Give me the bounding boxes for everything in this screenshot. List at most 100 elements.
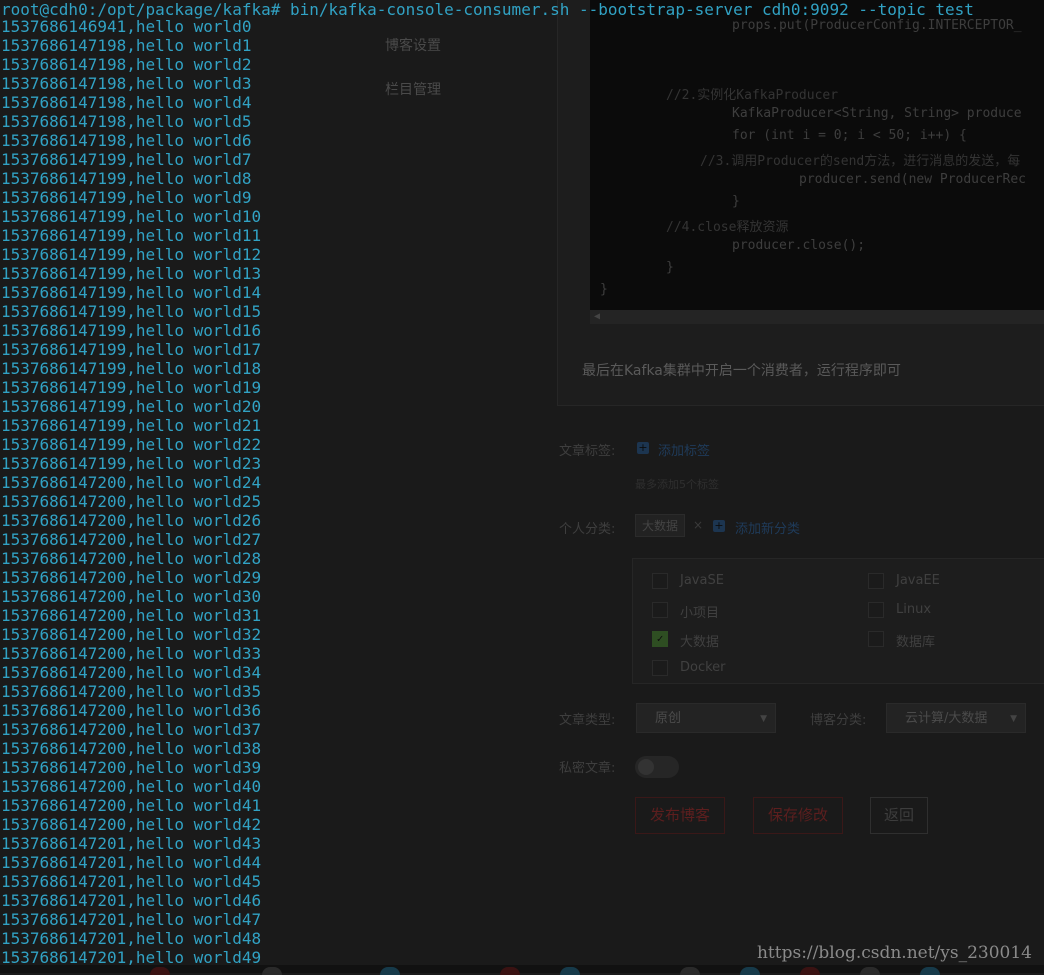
terminal-output-line: 1537686147199,hello world9 — [1, 188, 252, 207]
taskbar-app-icon[interactable] — [500, 967, 520, 975]
category-label-javaee: JavaEE — [896, 573, 940, 588]
taskbar-app-icon[interactable] — [800, 967, 820, 975]
taskbar-app-icon[interactable] — [380, 967, 400, 975]
terminal-output-line: 1537686147199,hello world11 — [1, 226, 262, 245]
terminal-output-line: 1537686147200,hello world26 — [1, 511, 262, 530]
code-line: } — [666, 260, 674, 275]
category-checkbox-linux[interactable] — [868, 602, 884, 618]
terminal-output-line: 1537686147199,hello world12 — [1, 245, 262, 264]
terminal-output-line: 1537686147199,hello world7 — [1, 150, 252, 169]
nav-column-management[interactable]: 栏目管理 — [385, 79, 441, 99]
category-checkbox-docker[interactable] — [652, 660, 668, 676]
code-line: } — [600, 282, 608, 297]
article-type-label: 文章类型: — [559, 713, 616, 728]
code-line: } — [732, 194, 740, 209]
blog-category-select[interactable]: 云计算/大数据 ▼ — [886, 703, 1026, 733]
category-label-linux: Linux — [896, 602, 932, 617]
code-line: //2.实例化KafkaProducer — [666, 88, 839, 103]
terminal-output-line: 1537686147201,hello world47 — [1, 910, 262, 929]
consumer-output-list: 1537686146941,hello world0 1537686147198,… — [1, 17, 261, 967]
terminal-output-line: 1537686147198,hello world5 — [1, 112, 252, 131]
closing-paragraph: 最后在Kafka集群中开启一个消费者，运行程序即可 — [582, 363, 901, 379]
category-checkbox-database[interactable] — [868, 631, 884, 647]
private-article-label: 私密文章: — [559, 761, 616, 776]
article-type-select[interactable]: 原创 ▼ — [636, 703, 776, 733]
taskbar-app-icon[interactable] — [262, 967, 282, 975]
taskbar-app-icon[interactable] — [920, 967, 940, 975]
code-line: producer.close(); — [732, 238, 866, 253]
taskbar-app-icon[interactable] — [860, 967, 880, 975]
terminal-output-line: 1537686147200,hello world35 — [1, 682, 262, 701]
terminal-output-line: 1537686147200,hello world33 — [1, 644, 262, 663]
article-type-value: 原创 — [655, 711, 682, 726]
terminal-output-line: 1537686147199,hello world20 — [1, 397, 262, 416]
taskbar-app-icon[interactable] — [560, 967, 580, 975]
remove-category-icon[interactable]: × — [693, 518, 703, 532]
terminal-output-line: 1537686147200,hello world41 — [1, 796, 262, 815]
terminal-output-line: 1537686147201,hello world45 — [1, 872, 262, 891]
terminal-output-line: 1537686147200,hello world37 — [1, 720, 262, 739]
category-checkbox-list: JavaSE JavaEE 小项目 Linux ✓ 大数据 数据库 Docker — [632, 558, 1044, 684]
csdn-watermark: https://blog.csdn.net/ys_230014 — [756, 943, 1032, 963]
blog-category-value: 云计算/大数据 — [905, 711, 988, 726]
terminal-output-line: 1537686146941,hello world0 — [1, 17, 252, 36]
terminal-output-line: 1537686147199,hello world22 — [1, 435, 262, 454]
terminal-output-line: 1537686147201,hello world43 — [1, 834, 262, 853]
terminal-output-line: 1537686147199,hello world17 — [1, 340, 262, 359]
terminal-output-line: 1537686147200,hello world42 — [1, 815, 262, 834]
terminal-output-line: 1537686147199,hello world10 — [1, 207, 262, 226]
private-article-toggle[interactable] — [635, 756, 679, 778]
taskbar-app-icon[interactable] — [680, 967, 700, 975]
code-line: KafkaProducer<String, String> produce — [732, 106, 1022, 121]
terminal-output-line: 1537686147200,hello world40 — [1, 777, 262, 796]
category-label-database: 数据库 — [896, 635, 936, 650]
add-tag-icon[interactable]: + — [637, 442, 649, 454]
terminal-output-line: 1537686147199,hello world19 — [1, 378, 262, 397]
add-category-icon[interactable]: + — [713, 520, 725, 532]
scroll-left-icon[interactable]: ◀ — [594, 310, 600, 324]
terminal-output-line: 1537686147200,hello world36 — [1, 701, 262, 720]
code-line: //3.调用Producer的send方法，进行消息的发送，每 — [700, 154, 1021, 169]
terminal-output-line: 1537686147200,hello world28 — [1, 549, 262, 568]
code-line: for (int i = 0; i < 50; i++) { — [732, 128, 967, 143]
category-label: 个人分类: — [559, 522, 616, 537]
save-changes-button[interactable]: 保存修改 — [753, 797, 843, 834]
category-checkbox-small-projects[interactable] — [652, 602, 668, 618]
taskbar-app-icon[interactable] — [150, 967, 170, 975]
chevron-down-icon: ▼ — [760, 714, 767, 724]
terminal-output-line: 1537686147200,hello world24 — [1, 473, 262, 492]
terminal-output-line: 1537686147201,hello world48 — [1, 929, 262, 948]
terminal-command: bin/kafka-console-consumer.sh --bootstra… — [290, 0, 974, 19]
tags-label: 文章标签: — [559, 444, 616, 459]
category-checkbox-javase[interactable] — [652, 573, 668, 589]
terminal-output-line: 1537686147200,hello world30 — [1, 587, 262, 606]
terminal-output-line: 1537686147199,hello world15 — [1, 302, 262, 321]
toggle-knob — [638, 759, 654, 775]
blog-category-label: 博客分类: — [810, 713, 867, 728]
terminal-output-line: 1537686147199,hello world8 — [1, 169, 252, 188]
terminal-output-line: 1537686147201,hello world44 — [1, 853, 262, 872]
terminal-output-line: 1537686147199,hello world18 — [1, 359, 262, 378]
nav-blog-settings[interactable]: 博客设置 — [385, 35, 441, 55]
code-line: //4.close释放资源 — [666, 220, 789, 235]
code-horizontal-scrollbar[interactable]: ◀ — [590, 310, 1044, 324]
taskbar-app-icon[interactable] — [740, 967, 760, 975]
terminal-output-line: 1537686147199,hello world23 — [1, 454, 262, 473]
category-checkbox-bigdata[interactable]: ✓ — [652, 631, 668, 647]
add-tag-link[interactable]: 添加标签 — [658, 440, 710, 459]
terminal-output-line: 1537686147198,hello world6 — [1, 131, 252, 150]
terminal-output-line: 1537686147200,hello world38 — [1, 739, 262, 758]
category-label-javase: JavaSE — [680, 573, 724, 588]
publish-button[interactable]: 发布博客 — [635, 797, 725, 834]
terminal-output-line: 1537686147199,hello world21 — [1, 416, 262, 435]
code-block: props.put(ProducerConfig.INTERCEPTOR_ //… — [590, 0, 1044, 310]
terminal-output-line: 1537686147198,hello world4 — [1, 93, 252, 112]
terminal-output-line: 1537686147201,hello world46 — [1, 891, 262, 910]
category-checkbox-javaee[interactable] — [868, 573, 884, 589]
selected-category-tag: 大数据 — [635, 514, 686, 537]
back-button[interactable]: 返回 — [870, 797, 928, 834]
add-category-link[interactable]: 添加新分类 — [735, 518, 800, 537]
terminal-output-line: 1537686147200,hello world32 — [1, 625, 262, 644]
chevron-down-icon: ▼ — [1010, 714, 1017, 724]
code-line: producer.send(new ProducerRec — [799, 172, 1026, 187]
